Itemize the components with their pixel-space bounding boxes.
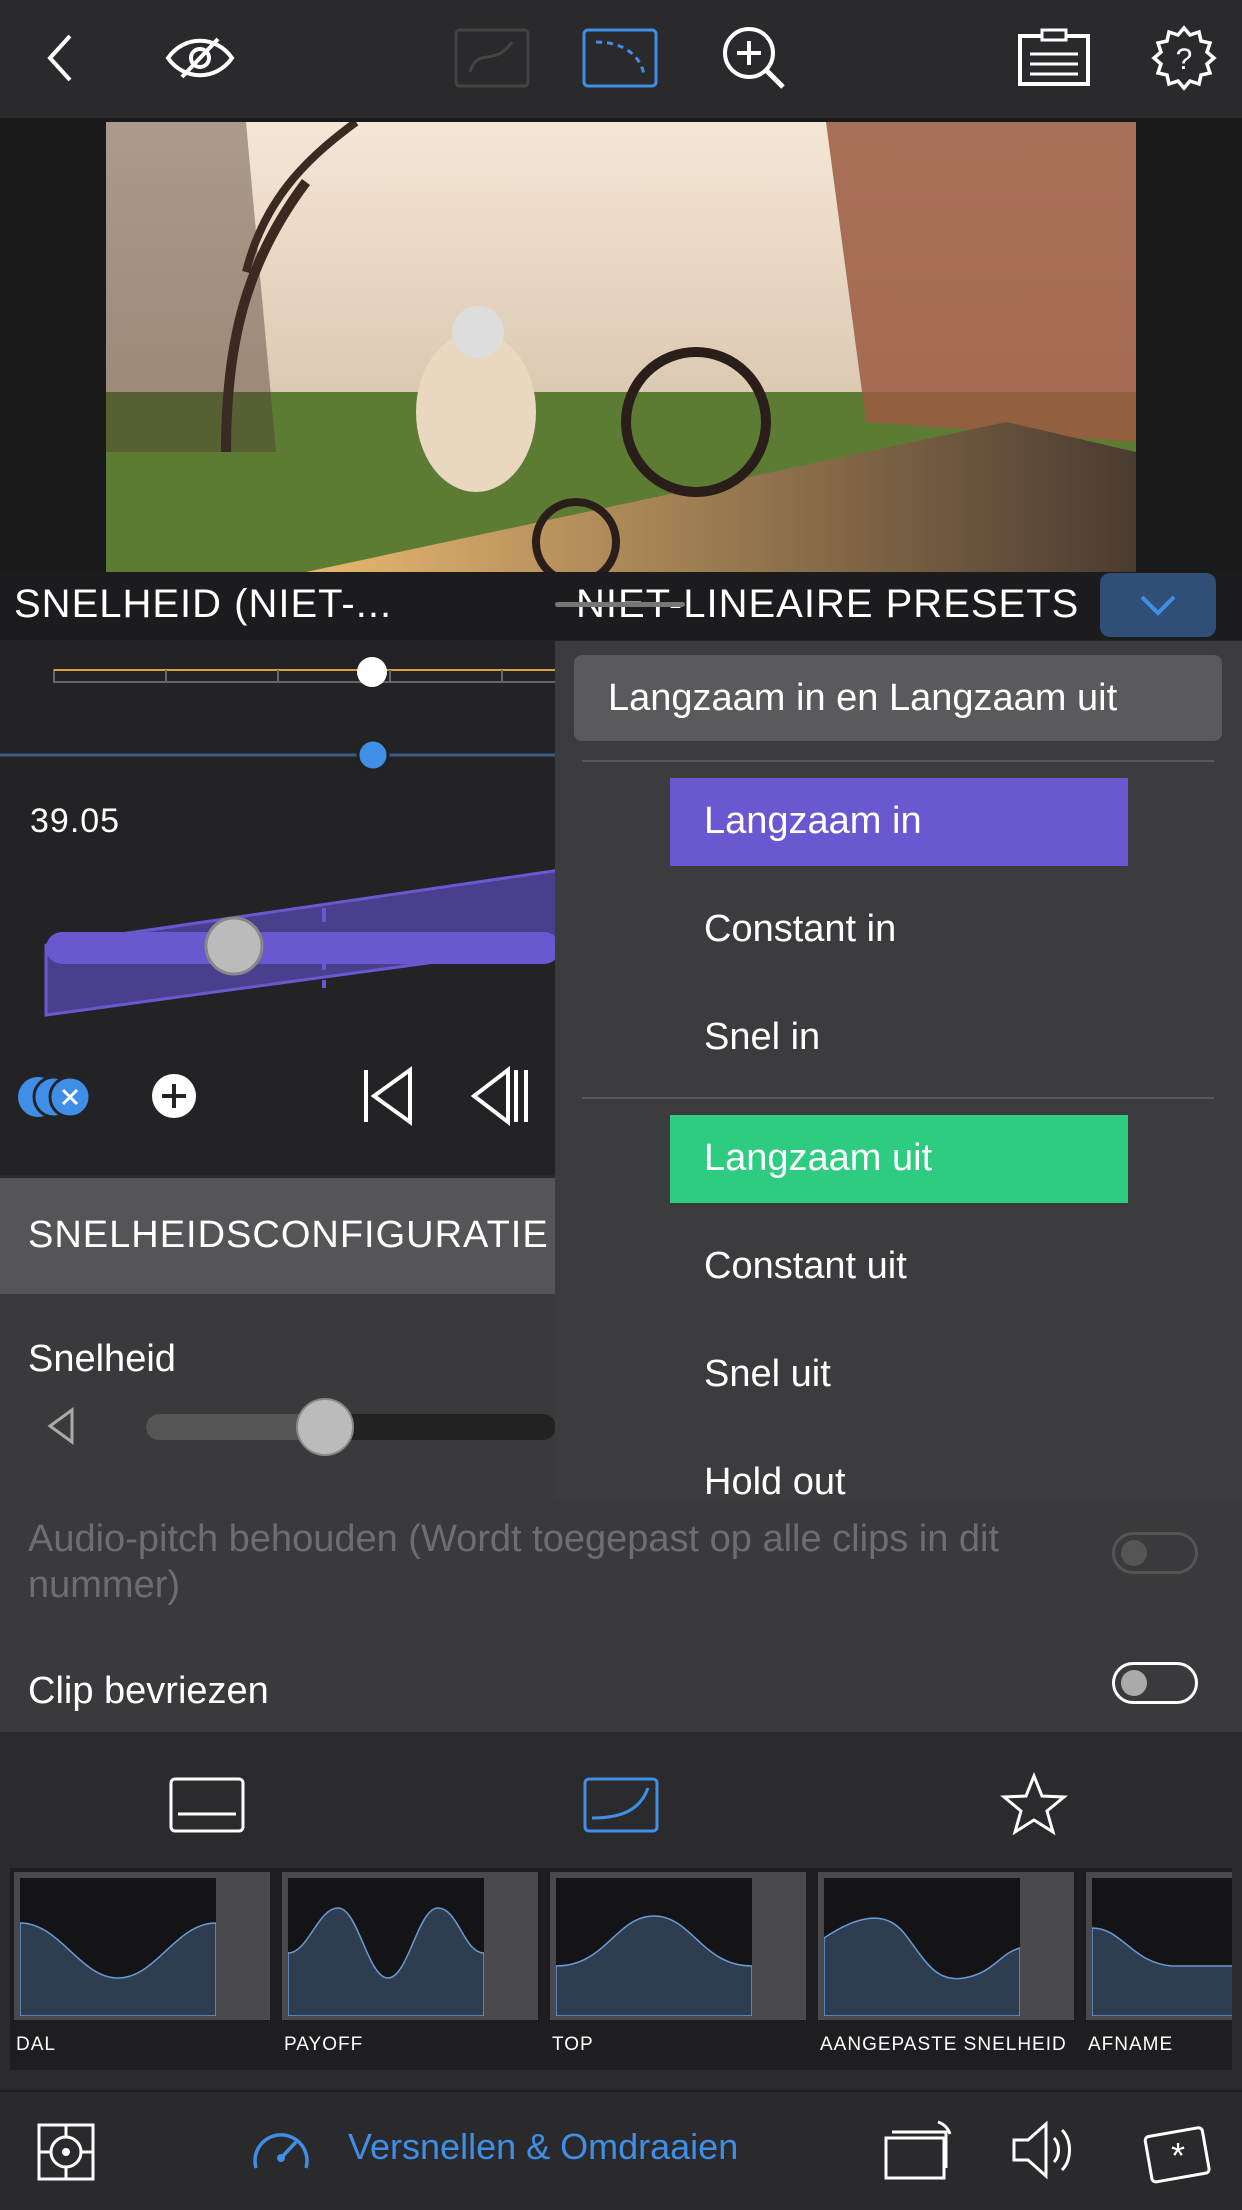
preset-tabs [0, 1748, 1242, 1868]
top-toolbar: ? [0, 0, 1242, 118]
preset-label: TOP [552, 2034, 594, 2055]
effects-icon[interactable]: * [1140, 2118, 1212, 2184]
multi-clip-icon[interactable] [880, 2118, 952, 2184]
audio-pitch-label: Audio-pitch behouden (Wordt toegepast op… [28, 1518, 1000, 1606]
clipboard-icon[interactable] [1014, 18, 1094, 98]
dropdown-option-fast-out[interactable]: Snel uit [670, 1331, 1128, 1419]
add-keyframe-button[interactable] [150, 1072, 198, 1120]
speed-slider-thumb[interactable] [296, 1398, 354, 1456]
svg-text:*: * [1171, 2135, 1185, 2176]
preset-strip: DAL PAYOFF TOP AANGEPASTE SNELHEID AFNAM… [10, 1868, 1232, 2070]
remove-keyframes-button[interactable] [18, 1072, 96, 1122]
audio-speaker-icon[interactable] [1008, 2118, 1080, 2182]
preset-label: AANGEPASTE SNELHEID [820, 2034, 1067, 2055]
preset-item[interactable]: TOP [550, 1872, 806, 2068]
plus-circle-icon [152, 1074, 196, 1118]
freeze-clip-toggle[interactable] [1112, 1662, 1198, 1704]
curve-icon[interactable] [580, 18, 660, 98]
chevron-down-icon [1140, 595, 1176, 616]
dropdown-option-label: Constant in [704, 908, 897, 950]
preset-item[interactable]: AFNAME [1086, 1872, 1232, 2068]
decrease-speed-icon[interactable] [46, 1406, 76, 1446]
dropdown-option-label: Snel in [704, 1016, 821, 1058]
active-tool-label[interactable]: Versnellen & Omdraaien [348, 2126, 738, 2168]
dropdown-option-constant-out[interactable]: Constant uit [670, 1223, 1128, 1311]
dropdown-option-label: Hold out [704, 1461, 846, 1503]
dropdown-option-slow-out[interactable]: Langzaam uit [670, 1115, 1128, 1203]
preset-label: DAL [16, 2034, 56, 2055]
preset-label: AFNAME [1088, 2034, 1174, 2055]
preset-item[interactable]: DAL [14, 1872, 270, 2068]
favorites-star-icon[interactable] [1000, 1772, 1068, 1836]
dropdown-option-label: Snel uit [704, 1353, 831, 1395]
effect-title: SNELHEID (NIET-... [14, 582, 393, 626]
transform-target-icon[interactable] [36, 2122, 96, 2182]
video-preview[interactable] [106, 122, 1136, 572]
bottom-toolbar: Versnellen & Omdraaien * [0, 2090, 1242, 2210]
speed-label: Snelheid [28, 1338, 176, 1380]
curve-preset-tab-icon[interactable] [582, 1776, 660, 1834]
dropdown-option-label: Langzaam uit [704, 1137, 933, 1179]
dropdown-option-label: Langzaam in [704, 800, 922, 842]
preset-item[interactable]: PAYOFF [282, 1872, 538, 2068]
speedometer-icon[interactable] [250, 2122, 312, 2178]
drag-handle[interactable] [555, 602, 685, 607]
draw-mask-icon[interactable] [452, 18, 532, 98]
preset-thumb [20, 1878, 216, 2016]
back-chevron-icon[interactable] [20, 18, 100, 98]
eye-icon[interactable] [160, 18, 240, 98]
dropdown-divider [582, 760, 1214, 762]
freeze-clip-label: Clip bevriezen [28, 1670, 269, 1712]
keyframes-x-icon [18, 1075, 92, 1119]
presets-dropdown-button[interactable] [1100, 573, 1216, 637]
preset-thumb [1092, 1878, 1232, 2016]
dropdown-divider [582, 1097, 1214, 1099]
preset-thumb [824, 1878, 1020, 2016]
dropdown-option-constant-in[interactable]: Constant in [670, 886, 1128, 974]
audio-pitch-toggle[interactable] [1112, 1532, 1198, 1574]
config-title: SNELHEIDSCONFIGURATIE [28, 1214, 549, 1256]
dropdown-selected-label: Langzaam in en Langzaam uit [608, 677, 1118, 719]
effect-header: SNELHEID (NIET-... NIET-LINEAIRE PRESETS [0, 572, 1242, 640]
preset-label: PAYOFF [284, 2034, 364, 2055]
dropdown-option-slow-in[interactable]: Langzaam in [670, 778, 1128, 866]
dropdown-option-label: Constant uit [704, 1245, 907, 1287]
dropdown-selected-item[interactable]: Langzaam in en Langzaam uit [574, 655, 1222, 741]
previous-keyframe-button[interactable] [470, 1066, 530, 1126]
preset-item[interactable]: AANGEPASTE SNELHEID [818, 1872, 1074, 2068]
time-value: 39.05 [30, 802, 121, 840]
zoom-icon[interactable] [714, 18, 794, 98]
skip-start-icon [364, 1066, 412, 1126]
step-back-icon [470, 1066, 528, 1126]
svg-text:?: ? [1176, 43, 1193, 76]
jump-to-start-button[interactable] [360, 1066, 416, 1126]
dropdown-option-hold-out[interactable]: Hold out [670, 1439, 1128, 1527]
dropdown-option-fast-in[interactable]: Snel in [670, 994, 1128, 1082]
preset-thumb [288, 1878, 484, 2016]
help-gear-icon[interactable]: ? [1144, 18, 1224, 98]
linear-preset-tab-icon[interactable] [168, 1776, 246, 1834]
preset-thumb [556, 1878, 752, 2016]
